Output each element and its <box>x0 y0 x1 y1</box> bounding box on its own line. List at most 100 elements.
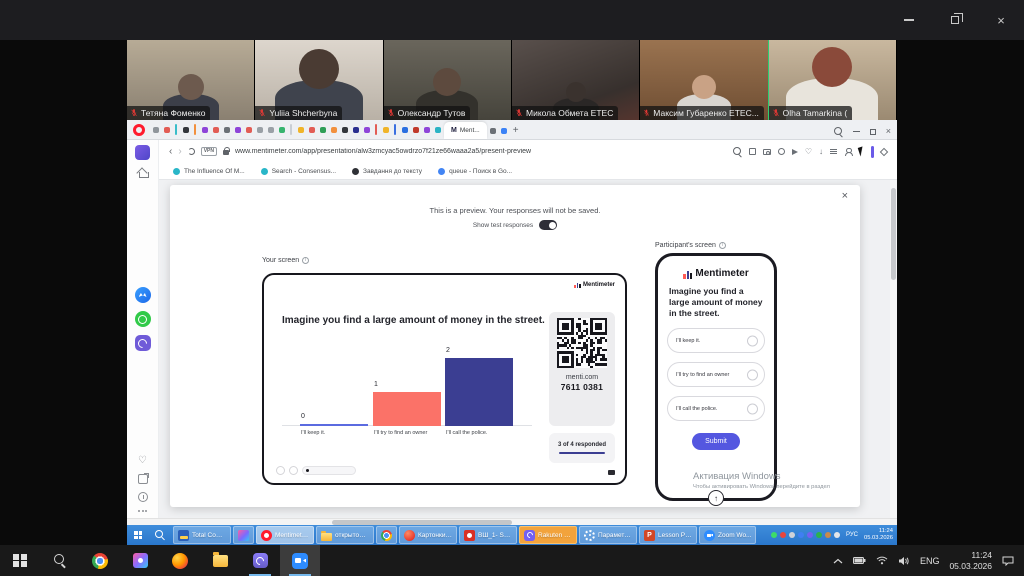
start-button[interactable] <box>0 545 40 576</box>
slide-next-button[interactable] <box>289 466 298 475</box>
taskbar-app-viber[interactable] <box>240 545 280 576</box>
info-icon[interactable]: i <box>719 242 726 249</box>
speaker-icon[interactable] <box>898 556 910 566</box>
pinned-tab[interactable] <box>329 125 338 134</box>
viber-icon[interactable] <box>135 335 151 351</box>
opera-logo-icon[interactable] <box>133 124 145 136</box>
battery-icon[interactable] <box>853 556 866 565</box>
tab-mentimeter[interactable]: M Ment... <box>444 122 487 139</box>
scroll-up-icon[interactable]: ↑ <box>708 490 724 506</box>
pinned-tab[interactable] <box>351 125 360 134</box>
radio-icon[interactable] <box>747 403 758 414</box>
taskbar-item-opera[interactable]: Mentimete... <box>256 526 314 544</box>
taskbar-item-viber[interactable]: Rakuten Vi... <box>519 526 577 544</box>
bookmark-item[interactable]: queue - Поиск в Go... <box>438 168 512 175</box>
tray-icon[interactable] <box>771 532 777 538</box>
slide-prev-button[interactable] <box>276 466 285 475</box>
camera-icon[interactable] <box>763 149 771 155</box>
home-icon[interactable] <box>137 169 148 178</box>
pinned-tab[interactable] <box>296 125 305 134</box>
reload-icon[interactable] <box>188 148 195 155</box>
tray-icon[interactable] <box>816 532 822 538</box>
taskbar-clock[interactable]: 11:2405.03.2026 <box>949 550 992 571</box>
submit-button[interactable]: Submit <box>692 433 740 450</box>
tray-icon[interactable] <box>789 532 795 538</box>
pinned-tab[interactable] <box>233 125 242 134</box>
new-tab-button[interactable]: + <box>513 126 519 136</box>
language-indicator[interactable]: ENG <box>920 556 940 566</box>
answer-option[interactable]: I'll call the police. <box>667 396 765 421</box>
pinned-tab[interactable] <box>362 125 371 134</box>
restore-button[interactable] <box>932 0 978 40</box>
taskbar-item-chrome[interactable] <box>376 526 397 544</box>
minimize-button[interactable] <box>886 0 932 40</box>
answer-option[interactable]: I'll keep it. <box>667 328 765 353</box>
tray-icon[interactable] <box>807 532 813 538</box>
taskbar-app-zoom[interactable] <box>280 545 320 576</box>
pinned-tab[interactable] <box>255 125 264 134</box>
pinned-tab[interactable] <box>222 125 231 134</box>
tray-icon[interactable] <box>825 532 831 538</box>
pinned-tab[interactable] <box>266 125 275 134</box>
slide-camera-icon[interactable] <box>608 470 615 475</box>
pinned-tab[interactable] <box>277 125 286 134</box>
slide-toolbar-pill[interactable] <box>302 466 356 475</box>
pinned-tab[interactable] <box>500 126 509 135</box>
media-player-icon[interactable] <box>792 149 798 155</box>
presenter-clock[interactable]: 11:2405.03.2026 <box>864 528 893 542</box>
vertical-scrollbar[interactable] <box>890 180 897 518</box>
close-button[interactable]: × <box>978 0 1024 40</box>
taskbar-item-red-app[interactable]: ВШ_1- Spe... <box>459 526 517 544</box>
participant-tile[interactable]: Olha Tamarkina ( <box>769 40 897 120</box>
taskbar-app-paint-3d[interactable] <box>120 545 160 576</box>
participant-tile[interactable]: Максим Губаренко ETEC... <box>640 40 768 120</box>
wifi-icon[interactable] <box>876 556 888 565</box>
bookmark-item[interactable]: Завдання до тексту <box>352 168 422 175</box>
info-icon[interactable]: i <box>302 257 309 264</box>
favorites-icon[interactable]: ♡ <box>138 456 147 466</box>
show-test-responses-toggle[interactable] <box>539 220 557 230</box>
presenter-search-button[interactable] <box>149 525 171 545</box>
share-icon[interactable] <box>138 474 148 484</box>
pinned-tab[interactable] <box>422 125 431 134</box>
pinned-tab[interactable] <box>433 125 442 134</box>
tray-icon[interactable] <box>834 532 840 538</box>
vpn-badge[interactable]: VPN <box>201 147 217 156</box>
taskbar-item-gear[interactable]: Параметры <box>579 526 637 544</box>
bookmark-item[interactable]: The Influence Of M... <box>173 168 245 175</box>
radio-icon[interactable] <box>747 335 758 346</box>
modal-close-icon[interactable]: × <box>842 191 848 202</box>
answer-option[interactable]: I'll try to find an owner <box>667 362 765 387</box>
browser-maximize-icon[interactable] <box>870 129 876 135</box>
pinned-tab[interactable] <box>151 125 160 134</box>
taskbar-app-file-explorer[interactable] <box>200 545 240 576</box>
history-icon[interactable] <box>138 492 148 502</box>
participant-tile[interactable]: Yuliia Shcherbyna <box>255 40 383 120</box>
bookmark-heart-icon[interactable]: ♡ <box>805 148 812 156</box>
pinned-tab[interactable] <box>381 125 390 134</box>
taskbar-item-opera-red[interactable]: Картонки I... <box>399 526 457 544</box>
pinned-tab[interactable] <box>162 125 171 134</box>
messenger-icon[interactable] <box>135 287 151 303</box>
tray-icon[interactable] <box>780 532 786 538</box>
snapshot-icon[interactable] <box>749 148 756 155</box>
back-icon[interactable]: ‹ <box>169 147 172 157</box>
taskbar-item-folder[interactable]: открытое ... <box>316 526 374 544</box>
pinned-tab[interactable] <box>489 126 498 135</box>
pinned-tab[interactable] <box>307 125 316 134</box>
tray-chevron-icon[interactable] <box>833 558 843 564</box>
pinned-tab[interactable] <box>200 125 209 134</box>
pinned-tab[interactable] <box>340 125 349 134</box>
presenter-language-indicator[interactable]: РУС <box>846 532 858 538</box>
pinned-tab[interactable] <box>318 125 327 134</box>
pinned-tab[interactable] <box>211 125 220 134</box>
taskbar-app-firefox[interactable] <box>160 545 200 576</box>
sidebar-toggle-icon[interactable] <box>871 146 874 158</box>
participant-tile[interactable]: Олександр Тутов <box>384 40 512 120</box>
presenter-start-button[interactable] <box>127 525 149 545</box>
aria-ai-icon[interactable] <box>880 147 888 155</box>
taskbar-app-chrome[interactable] <box>80 545 120 576</box>
action-center-icon[interactable] <box>1002 556 1014 566</box>
tray-icon[interactable] <box>798 532 804 538</box>
pinned-tab[interactable] <box>411 125 420 134</box>
